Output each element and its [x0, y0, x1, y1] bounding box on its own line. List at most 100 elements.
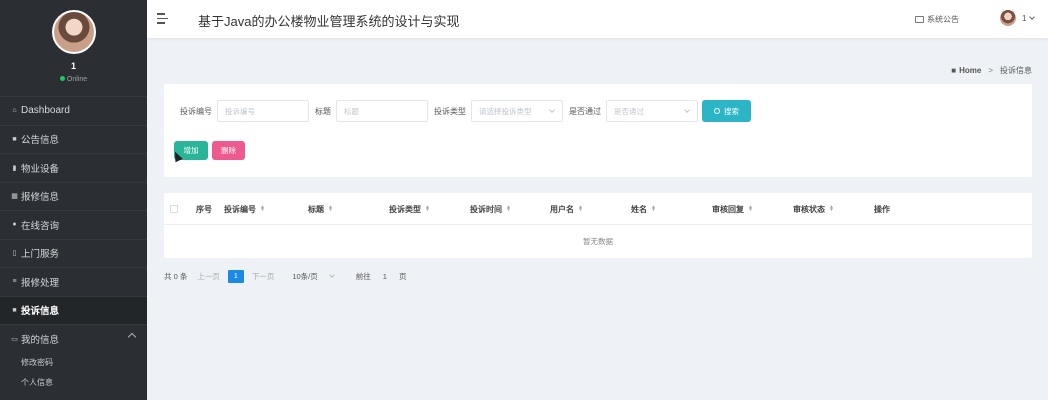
online-dot-icon: [59, 76, 65, 81]
sort-icon[interactable]: ▲ ▼: [260, 205, 265, 213]
search-button-label: 搜索: [724, 106, 739, 116]
page-title: 基于Java的办公楼物业管理系统的设计与实现: [198, 14, 460, 29]
sort-icon[interactable]: ▲ ▼: [328, 205, 333, 213]
approved-select[interactable]: 是否通过: [606, 100, 698, 122]
sidebar-item-complaints[interactable]: ■ 投诉信息: [0, 295, 147, 324]
sidebar-subitem-label: 个人信息: [21, 378, 53, 387]
complaint-type-select[interactable]: 请选择投诉类型: [471, 100, 563, 122]
sidebar-item-my-info[interactable]: ▭ 我的信息: [0, 324, 147, 353]
sidebar-item-equipment[interactable]: ▮ 物业设备: [0, 153, 147, 182]
goto-prefix: 前往: [355, 271, 371, 281]
chevron-down-icon: [328, 271, 335, 278]
page-number-current[interactable]: 1: [227, 269, 244, 283]
header-user-label: 1: [1022, 13, 1027, 23]
search-button[interactable]: 搜索: [702, 100, 751, 122]
column-header-complaint-no[interactable]: 投诉编号 ▲ ▼: [224, 204, 265, 215]
user-icon: ●: [12, 221, 17, 229]
column-header-actions: 操作: [874, 205, 890, 214]
sidebar-profile: 1 Online: [0, 0, 147, 96]
online-status: Online: [0, 76, 147, 83]
table-header: 序号 投诉编号 ▲ ▼ 标题 ▲ ▼ 投诉类型 ▲ ▼ 投诉时间 ▲ ▼ 用户名 ▲ ▼ 姓名 ▲ ▼ …: [164, 193, 1032, 225]
complaint-type-label: 投诉类型: [434, 106, 466, 116]
column-header-review-reply[interactable]: 审核回复 ▲ ▼: [712, 204, 753, 215]
approved-label: 是否通过: [569, 106, 601, 116]
page-size-label: 10条/页: [292, 271, 318, 281]
search-panel: 投诉编号 投诉编号 标题 标题 投诉类型 请选择投诉类型 是否通过 是否通过 搜…: [164, 84, 1032, 177]
sort-icon[interactable]: ▲ ▼: [425, 205, 430, 213]
sidebar-item-label: 上门服务: [21, 249, 60, 261]
list-icon: ≡: [12, 278, 17, 286]
complaint-type-placeholder: 请选择投诉类型: [479, 106, 532, 116]
card-icon: ▭: [11, 335, 18, 343]
sidebar-item-label: 报修处理: [21, 277, 60, 289]
menu-toggle-icon[interactable]: [157, 13, 168, 25]
breadcrumb-home[interactable]: Home: [959, 66, 981, 75]
column-header-title[interactable]: 标题 ▲ ▼: [308, 204, 333, 215]
approved-placeholder: 是否通过: [614, 106, 644, 116]
column-header-name[interactable]: 姓名 ▲ ▼: [631, 204, 656, 215]
system-notice-link[interactable]: 系统公告: [915, 14, 959, 25]
sort-icon[interactable]: ▲ ▼: [578, 205, 583, 213]
column-header-index: 序号: [196, 205, 212, 214]
select-all-checkbox[interactable]: [170, 205, 178, 213]
top-header: 基于Java的办公楼物业管理系统的设计与实现 系统公告 1: [147, 0, 1048, 38]
sidebar-item-door-service[interactable]: ▯ 上门服务: [0, 238, 147, 268]
chevron-down-icon: [1029, 13, 1036, 20]
prev-page-button[interactable]: 上一页: [197, 271, 220, 282]
sidebar-subitem-personal-info[interactable]: 个人信息: [0, 372, 147, 393]
sidebar-item-label: 报修信息: [21, 192, 60, 204]
sidebar-item-dashboard[interactable]: ⌂ Dashboard: [0, 96, 147, 125]
sort-icon[interactable]: ▲ ▼: [651, 205, 656, 213]
chevron-up-icon: [127, 332, 137, 342]
column-header-username[interactable]: 用户名 ▲ ▼: [550, 204, 583, 215]
sort-icon[interactable]: ▲ ▼: [748, 205, 753, 213]
complaint-no-input[interactable]: 投诉编号: [217, 100, 309, 122]
page-size-select[interactable]: 10条/页: [292, 271, 335, 282]
goto-suffix: 页: [398, 271, 407, 281]
next-page-button[interactable]: 下一页: [252, 271, 275, 282]
sidebar-subitem-label: 修改密码: [21, 358, 53, 367]
complaint-no-label: 投诉编号: [180, 106, 212, 116]
complaints-table: 序号 投诉编号 ▲ ▼ 标题 ▲ ▼ 投诉类型 ▲ ▼ 投诉时间 ▲ ▼ 用户名 ▲ ▼ 姓名 ▲ ▼ …: [164, 193, 1032, 258]
home-icon: ■: [951, 66, 957, 75]
home-icon: ⌂: [12, 107, 17, 115]
sidebar-user-name: 1: [70, 61, 76, 71]
delete-button[interactable]: 删除: [212, 141, 245, 160]
sidebar-subitem-change-password[interactable]: 修改密码: [0, 352, 147, 373]
user-menu[interactable]: 1: [1000, 10, 1036, 26]
title-input[interactable]: 标题: [336, 100, 428, 122]
pagination-total: 共 0 条: [164, 271, 188, 281]
sidebar-item-label: Dashboard: [21, 105, 70, 117]
sidebar: 1 Online ⌂ Dashboard ■ 公告信息 ▮ 物业设备 ▦ 报修信息 ● 在…: [0, 0, 147, 400]
notice-icon: [915, 16, 924, 23]
sidebar-item-label: 公告信息: [21, 135, 60, 147]
sidebar-item-label: 在线咨询: [21, 220, 60, 232]
system-notice-label: 系统公告: [927, 15, 959, 24]
document-icon: ■: [12, 135, 17, 143]
sidebar-item-repair-info[interactable]: ▦ 报修信息: [0, 181, 147, 211]
pagination: 共 0 条 上一页 1 下一页 10条/页 前往 1 页: [164, 269, 406, 283]
sidebar-item-repair-handling[interactable]: ≡ 报修处理: [0, 267, 147, 296]
search-form: 投诉编号 投诉编号 标题 标题 投诉类型 请选择投诉类型 是否通过 是否通过: [180, 100, 698, 122]
sort-icon[interactable]: ▲ ▼: [829, 205, 834, 213]
table-empty-state: 暂无数据: [583, 237, 613, 246]
sidebar-item-announcements[interactable]: ■ 公告信息: [0, 124, 147, 154]
breadcrumb-separator: >: [988, 66, 993, 75]
avatar[interactable]: [52, 10, 96, 54]
bar-chart-icon: ▮: [12, 164, 17, 172]
sidebar-item-label: 我的信息: [21, 334, 60, 346]
folder-icon: ■: [12, 306, 17, 314]
column-header-review-status[interactable]: 审核状态 ▲ ▼: [793, 204, 834, 215]
sidebar-item-consult[interactable]: ● 在线咨询: [0, 210, 147, 239]
goto-page-input[interactable]: 1: [383, 272, 387, 281]
breadcrumb: ■ Home > 投诉信息: [951, 65, 1032, 76]
column-header-time[interactable]: 投诉时间 ▲ ▼: [470, 204, 511, 215]
sidebar-item-label: 投诉信息: [21, 306, 60, 318]
sidebar-item-label: 物业设备: [21, 163, 60, 175]
breadcrumb-current: 投诉信息: [1000, 66, 1032, 75]
doc-icon: ▯: [12, 250, 17, 258]
header-avatar: [1000, 10, 1016, 26]
sort-icon[interactable]: ▲ ▼: [506, 205, 511, 213]
column-header-type[interactable]: 投诉类型 ▲ ▼: [389, 204, 430, 215]
chevron-down-icon: [549, 107, 555, 113]
